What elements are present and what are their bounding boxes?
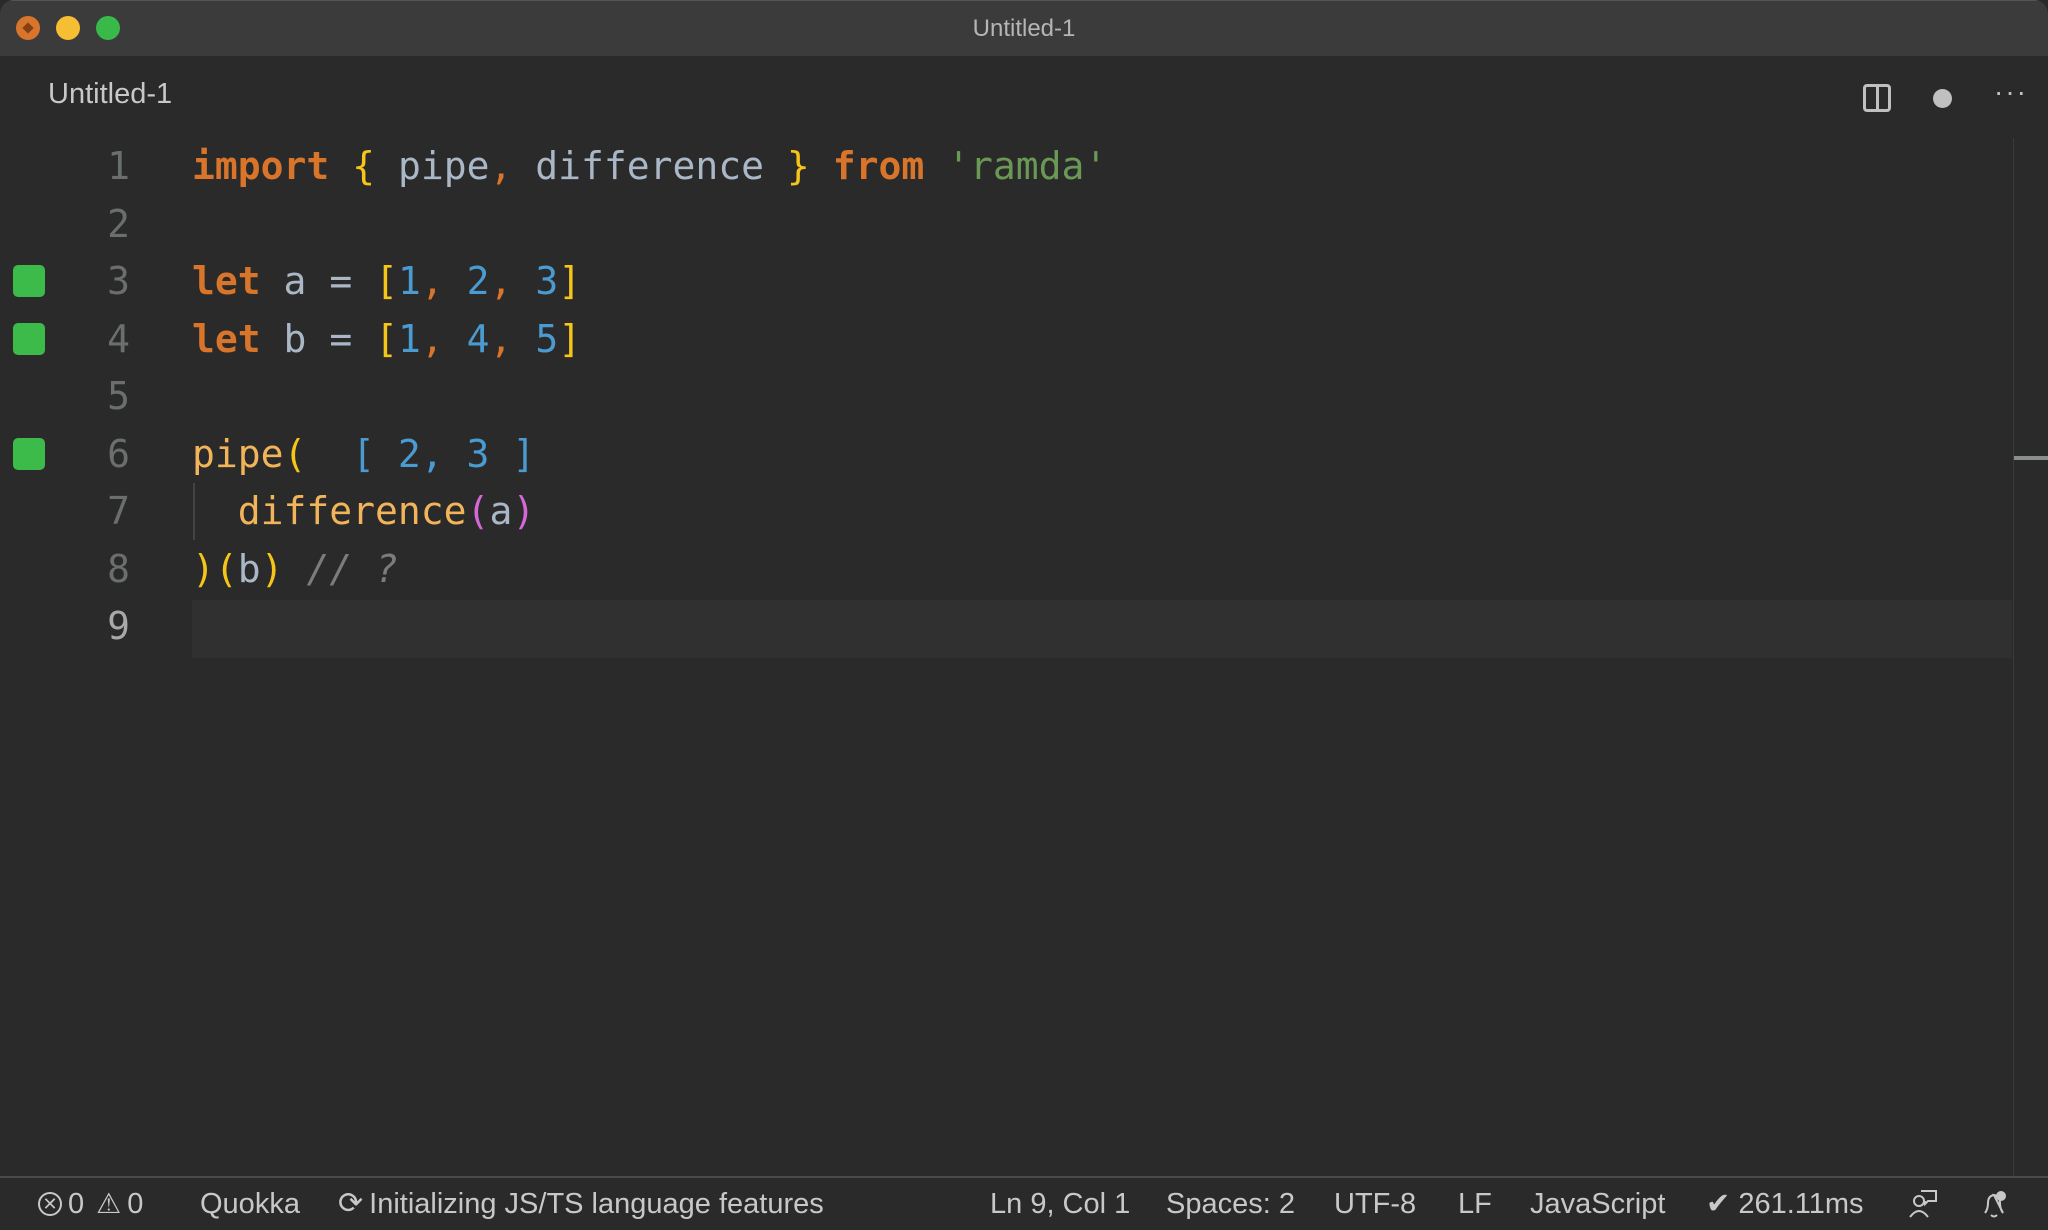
- line-number: 5: [107, 374, 130, 418]
- bell-icon: [1984, 1191, 2006, 1218]
- code-line-7: 7 difference(a): [0, 483, 2000, 541]
- warning-count: 0: [127, 1188, 144, 1220]
- quokka-inline-result: [ 2, 3 ]: [352, 431, 536, 476]
- language-service-status[interactable]: ⟳ Initializing JS/TS language features: [338, 1178, 824, 1230]
- code-line-8: 8 )(b) // ?: [0, 541, 2000, 599]
- quokka-status[interactable]: Quokka: [200, 1178, 300, 1230]
- code-line-2: 2: [0, 196, 2000, 254]
- line-number: 9: [107, 604, 130, 648]
- split-editor-icon[interactable]: [1863, 84, 1892, 112]
- feedback-icon: [1909, 1190, 1937, 1218]
- code-text[interactable]: import { pipe, difference } from 'ramda': [192, 138, 1107, 196]
- code-text[interactable]: )(b) // ?: [192, 541, 398, 599]
- quokka-coverage-indicator: [13, 322, 45, 355]
- notifications-button[interactable]: [1980, 1178, 2010, 1230]
- code-text[interactable]: let a = [1, 2, 3]: [192, 253, 581, 311]
- editor-tab-row: Untitled-1 ···: [0, 56, 2048, 138]
- quokka-coverage-indicator: [13, 437, 45, 470]
- code-text[interactable]: pipe( [ 2, 3 ]: [192, 426, 535, 484]
- problems-indicator[interactable]: ✕ 0 ⚠ 0: [38, 1178, 143, 1230]
- code-text[interactable]: difference(a): [192, 483, 535, 541]
- status-bar: ✕ 0 ⚠ 0 Quokka ⟳ Initializing JS/TS lang…: [0, 1176, 2048, 1230]
- title-bar: Untitled-1: [0, 0, 2048, 56]
- line-number: 3: [107, 259, 130, 303]
- language-mode[interactable]: JavaScript: [1530, 1178, 1665, 1230]
- code-line-6: 6 pipe( [ 2, 3 ]: [0, 426, 2000, 484]
- error-count: 0: [68, 1188, 85, 1220]
- line-number: 4: [107, 316, 130, 361]
- unsaved-dot-icon[interactable]: [1933, 88, 1953, 108]
- line-number: 6: [107, 431, 130, 476]
- code-line-5: 5: [0, 368, 2000, 426]
- window-title: Untitled-1: [972, 15, 1076, 42]
- line-number: 8: [107, 546, 130, 591]
- code-line-4: 4 let b = [1, 4, 5]: [0, 311, 2000, 369]
- code-text[interactable]: let b = [1, 4, 5]: [192, 311, 581, 369]
- cursor-position[interactable]: Ln 9, Col 1: [990, 1178, 1130, 1230]
- error-icon: ✕: [38, 1192, 62, 1216]
- line-number: 7: [107, 489, 130, 533]
- code-line-9: 9: [0, 598, 2000, 656]
- overview-ruler-marker: [2014, 456, 2048, 460]
- code-line-1: 1 import { pipe, difference } from 'ramd…: [0, 138, 2000, 196]
- warning-icon: ⚠: [96, 1188, 122, 1219]
- code-editor[interactable]: 1 import { pipe, difference } from 'ramd…: [0, 138, 2048, 1176]
- encoding-setting[interactable]: UTF-8: [1334, 1178, 1416, 1230]
- quokka-timing[interactable]: ✔ 261.11ms: [1706, 1178, 1864, 1230]
- vscode-window: Untitled-1 Untitled-1 ··· 1 import { pip…: [0, 0, 2048, 1230]
- line-number: 1: [107, 144, 130, 188]
- tab-untitled-1[interactable]: Untitled-1: [48, 78, 172, 111]
- code-line-3: 3 let a = [1, 2, 3]: [0, 253, 2000, 311]
- feedback-button[interactable]: [1908, 1178, 1938, 1230]
- line-number: 2: [107, 201, 130, 246]
- more-actions-icon[interactable]: ···: [1994, 78, 2028, 106]
- quokka-coverage-indicator: [13, 265, 45, 297]
- eol-setting[interactable]: LF: [1458, 1178, 1492, 1230]
- editor-actions: ···: [1863, 78, 2028, 118]
- editor-scrollbar[interactable]: [2013, 138, 2048, 1176]
- indentation-setting[interactable]: Spaces: 2: [1166, 1178, 1295, 1230]
- sync-icon: ⟳: [338, 1187, 364, 1220]
